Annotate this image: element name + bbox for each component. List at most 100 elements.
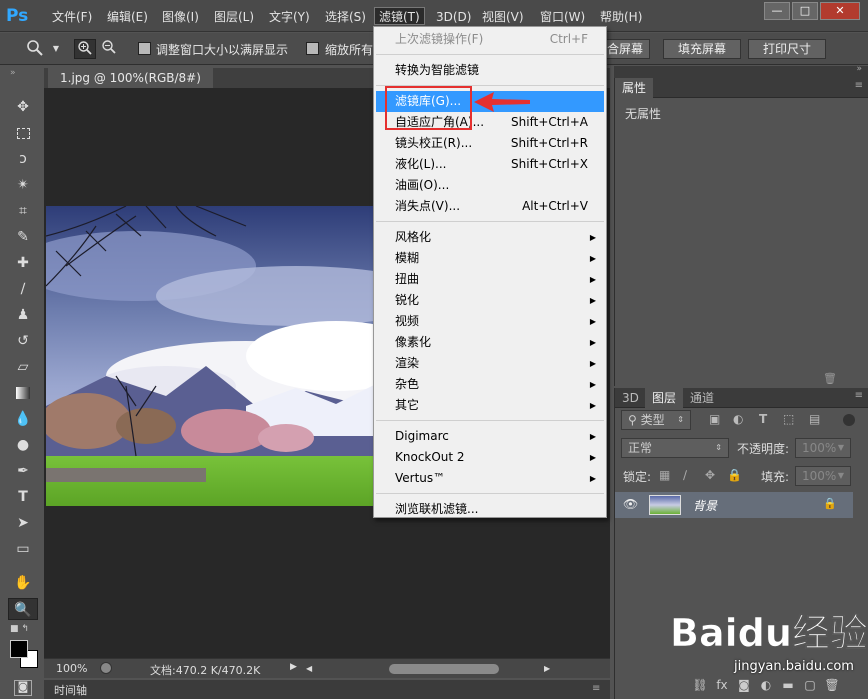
scroll-right-icon[interactable]: ▶ (544, 664, 550, 673)
scroll-left-icon[interactable]: ◀ (306, 664, 312, 673)
print-size-button[interactable]: 打印尺寸 (748, 39, 827, 59)
filter-menu-item-13[interactable]: 视频 ▶ (376, 311, 604, 332)
panel-menu-icon[interactable]: ≡ (855, 390, 863, 401)
filter-menu-item-6[interactable]: 液化(L)... Shift+Ctrl+X (376, 154, 604, 175)
screen-mode-icon[interactable] (14, 680, 32, 696)
filter-menu-item-9[interactable]: 风格化 ▶ (376, 227, 604, 248)
menu-select[interactable]: 选择(S) (325, 8, 366, 26)
filter-menu-item-17[interactable]: 其它 ▶ (376, 395, 604, 416)
menu-window[interactable]: 窗口(W) (540, 8, 585, 26)
blur-tool-icon[interactable]: 💧 (8, 408, 38, 430)
zoom-all-checkbox[interactable] (306, 42, 319, 55)
filter-toggle[interactable] (843, 414, 855, 426)
fill-screen-button[interactable]: 填充屏幕 (663, 39, 742, 59)
hand-tool-icon[interactable]: ✋ (8, 572, 38, 594)
filter-smart-icon[interactable]: ▤ (809, 412, 820, 426)
filter-shape-icon[interactable]: ⬚ (783, 412, 794, 426)
tab-properties[interactable]: 属性 (615, 78, 654, 98)
timeline-tab[interactable]: 时间轴 (54, 682, 87, 698)
menu-view[interactable]: 视图(V) (482, 8, 524, 26)
layer-row[interactable]: 👁 背景 🔒 (615, 492, 853, 518)
crop-tool-icon[interactable]: ⌗ (8, 200, 38, 222)
minimize-button[interactable]: — (764, 2, 790, 20)
stamp-tool-icon[interactable]: ♟ (8, 304, 38, 326)
document-tab[interactable]: 1.jpg @ 100%(RGB/8#) (48, 68, 213, 88)
lock-transparent-icon[interactable]: ▦ (659, 468, 670, 482)
filter-menu-item-11[interactable]: 扭曲 ▶ (376, 269, 604, 290)
panel-menu-icon[interactable]: ≡ (592, 683, 606, 695)
eyedropper-icon[interactable]: ✎ (8, 226, 38, 248)
filter-menu-item-19[interactable]: KnockOut 2 ▶ (376, 447, 604, 468)
eraser-icon[interactable]: ▱ (8, 356, 38, 378)
menu-edit[interactable]: 编辑(E) (107, 8, 148, 26)
type-tool-icon[interactable]: T (8, 486, 38, 508)
panel-menu-icon[interactable]: ≡ (855, 80, 863, 91)
filter-menu-item-18[interactable]: Digimarc ▶ (376, 426, 604, 447)
path-select-icon[interactable]: ➤ (8, 512, 38, 534)
filter-menu-item-8[interactable]: 消失点(V)... Alt+Ctrl+V (376, 196, 604, 217)
rectangle-tool-icon[interactable]: ▭ (8, 538, 38, 560)
move-tool-icon[interactable]: ✥ (8, 96, 38, 118)
status-menu-icon[interactable] (100, 662, 112, 674)
filter-menu-item-21[interactable]: 浏览联机滤镜... (376, 499, 604, 520)
filter-menu-item-15[interactable]: 渲染 ▶ (376, 353, 604, 374)
collapse-panels-icon[interactable]: » (856, 64, 862, 74)
menu-filter[interactable]: 滤镜(T) (374, 7, 425, 25)
filter-adjustment-icon[interactable]: ◐ (733, 412, 743, 426)
close-button[interactable]: ✕ (820, 2, 860, 20)
status-arrow-icon[interactable]: ▶ (290, 662, 297, 672)
menu-help[interactable]: 帮助(H) (600, 8, 642, 26)
menu-layer[interactable]: 图层(L) (214, 8, 254, 26)
resize-window-checkbox[interactable] (138, 42, 151, 55)
marquee-tool-icon[interactable] (8, 122, 38, 144)
menu-image[interactable]: 图像(I) (162, 8, 199, 26)
pen-tool-icon[interactable]: ✒ (8, 460, 38, 482)
lasso-tool-icon[interactable]: ↄ (8, 148, 38, 170)
filter-menu-item-12[interactable]: 锐化 ▶ (376, 290, 604, 311)
filter-menu-item-2[interactable]: 转换为智能滤镜 (376, 60, 604, 81)
filter-pixel-icon[interactable]: ▣ (709, 412, 720, 426)
fill-value: 100% (802, 469, 837, 483)
fill-input[interactable]: 100% ▼ (795, 466, 851, 486)
zoom-out-icon[interactable] (98, 39, 120, 59)
menu-file[interactable]: 文件(F) (52, 8, 92, 26)
filter-menu-item-16[interactable]: 杂色 ▶ (376, 374, 604, 395)
dodge-tool-icon[interactable]: ● (8, 434, 38, 456)
maximize-button[interactable]: □ (792, 2, 818, 20)
trash-icon[interactable]: 🗑 (823, 372, 837, 385)
filter-menu-item-20[interactable]: Vertus™ ▶ (376, 468, 604, 489)
collapse-icon[interactable]: » (10, 68, 36, 82)
lock-pixels-icon[interactable]: ∕ (683, 468, 687, 482)
zoom-level[interactable]: 100% (56, 662, 87, 675)
filter-menu-item-14[interactable]: 像素化 ▶ (376, 332, 604, 353)
zoom-in-icon[interactable] (74, 39, 96, 59)
swap-colors-icon[interactable]: ■ ↰ (10, 624, 34, 636)
horizontal-scrollbar-thumb[interactable] (389, 664, 499, 674)
menu-type[interactable]: 文字(Y) (269, 8, 310, 26)
gradient-tool-icon[interactable] (8, 382, 38, 404)
lock-all-icon[interactable]: 🔒 (727, 468, 742, 482)
layer-filter-select[interactable]: ⚲ 类型 ⇕ (621, 410, 691, 430)
healing-brush-icon[interactable]: ✚ (8, 252, 38, 274)
foreground-color-swatch[interactable] (10, 640, 28, 658)
blend-mode-select[interactable]: 正常 ⇕ (621, 438, 729, 458)
magic-wand-icon[interactable]: ✴ (8, 174, 38, 196)
tool-preset-chevron-icon[interactable]: ▼ (50, 39, 62, 59)
brush-tool-icon[interactable]: ∕ (8, 278, 38, 300)
menu-3d[interactable]: 3D(D) (436, 8, 471, 26)
filter-menu-item-10[interactable]: 模糊 ▶ (376, 248, 604, 269)
fit-screen-button[interactable]: 合屏幕 (600, 39, 651, 59)
tab-channels[interactable]: 通道 (683, 388, 721, 408)
zoom-tool-icon[interactable]: 🔍 (8, 598, 38, 620)
filter-type-icon[interactable]: T (759, 412, 767, 426)
layer-name[interactable]: 背景 (693, 497, 717, 514)
zoom-tool-icon[interactable] (24, 39, 46, 59)
visibility-eye-icon[interactable]: 👁 (623, 497, 638, 511)
filter-menu-item-5[interactable]: 镜头校正(R)... Shift+Ctrl+R (376, 133, 604, 154)
filter-menu-item-7[interactable]: 油画(O)... (376, 175, 604, 196)
lock-position-icon[interactable]: ✥ (705, 468, 715, 482)
opacity-input[interactable]: 100% ▼ (795, 438, 851, 458)
history-brush-icon[interactable]: ↺ (8, 330, 38, 352)
tab-3d[interactable]: 3D (615, 388, 646, 408)
tab-layers[interactable]: 图层 (645, 388, 684, 408)
